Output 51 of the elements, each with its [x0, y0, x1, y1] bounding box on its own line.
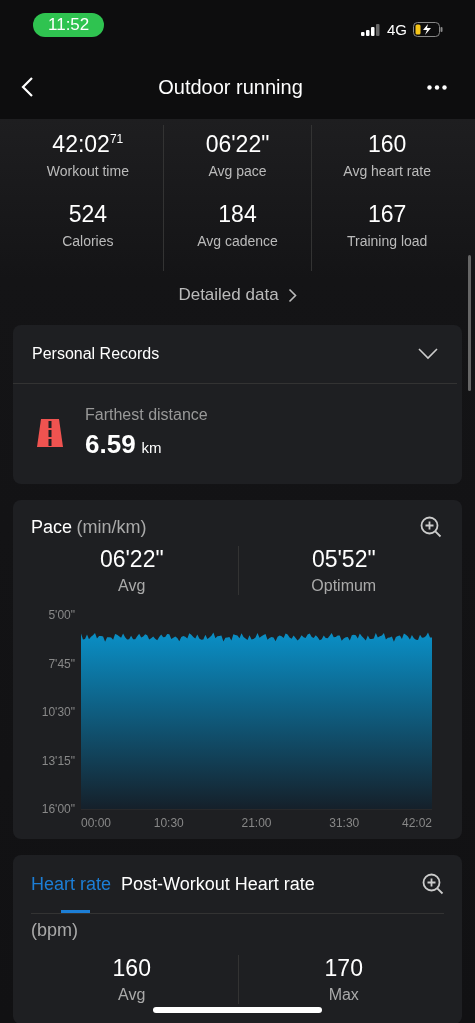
stat-label: Max	[328, 986, 359, 1004]
axis-label: 21:00	[241, 816, 272, 830]
stat-label: Avg cadence	[197, 233, 278, 249]
chart-unit: (bpm)	[30, 919, 79, 941]
stat-value: 170	[324, 955, 363, 982]
stat-value: 42:02$^{71}$	[52, 131, 124, 158]
detailed-data-link[interactable]: Detailed data	[174, 281, 301, 309]
record-unit: km	[141, 439, 162, 456]
stat-value: 184	[218, 201, 257, 228]
chart-title: Pace	[31, 516, 73, 537]
stat-value: 06'22"	[205, 131, 270, 158]
axis-label: 00:00	[81, 816, 112, 830]
chevron-right-icon	[287, 287, 297, 303]
stat-value: 167	[367, 201, 407, 228]
stat-label: Avg pace	[208, 163, 267, 179]
status-time: 11:52	[33, 12, 105, 37]
stat-label: Training load	[346, 233, 428, 249]
stat-value: 06'22"	[99, 546, 164, 573]
stat-value: 524	[68, 201, 107, 228]
stat-label: Avg heart rate	[343, 163, 431, 179]
road-icon	[37, 419, 63, 447]
stat-label: Avg	[118, 577, 146, 595]
zoom-in-icon[interactable]	[422, 873, 444, 895]
stat-value: 160	[367, 131, 407, 158]
axis-label: 7'45"	[48, 656, 75, 671]
record-label: Farthest distance	[85, 406, 208, 424]
battery-icon	[413, 22, 443, 37]
stat-label: Calories	[62, 233, 114, 249]
axis-label: 16'00"	[41, 802, 75, 816]
record-value: 6.59	[85, 429, 136, 460]
back-icon[interactable]	[20, 76, 34, 98]
axis-label: 31:30	[329, 816, 360, 830]
stat-value: 160	[112, 955, 151, 982]
axis-label: 5'00"	[48, 608, 75, 622]
axis-label: 13'15"	[41, 753, 75, 768]
stat-label: Avg	[118, 986, 146, 1004]
more-icon[interactable]	[427, 84, 447, 90]
stat-label: Workout time	[46, 163, 129, 179]
page-title: Outdoor running	[158, 75, 303, 99]
network-label: 4G	[387, 21, 407, 38]
section-title: Personal Records	[32, 345, 160, 363]
chevron-icon[interactable]	[418, 348, 438, 360]
stat-label: Optimum	[311, 577, 377, 595]
axis-label: 10'30"	[41, 705, 75, 719]
signal-icon	[361, 23, 381, 36]
axis-label: 42:02	[401, 816, 432, 830]
zoom-in-icon[interactable]	[420, 516, 442, 538]
chart-tab[interactable]: Post-Workout Heart rate	[121, 855, 315, 913]
stat-value: 05'52"	[311, 546, 376, 573]
chart-unit: (min/km)	[76, 516, 147, 537]
axis-label: 10:30	[153, 816, 184, 830]
